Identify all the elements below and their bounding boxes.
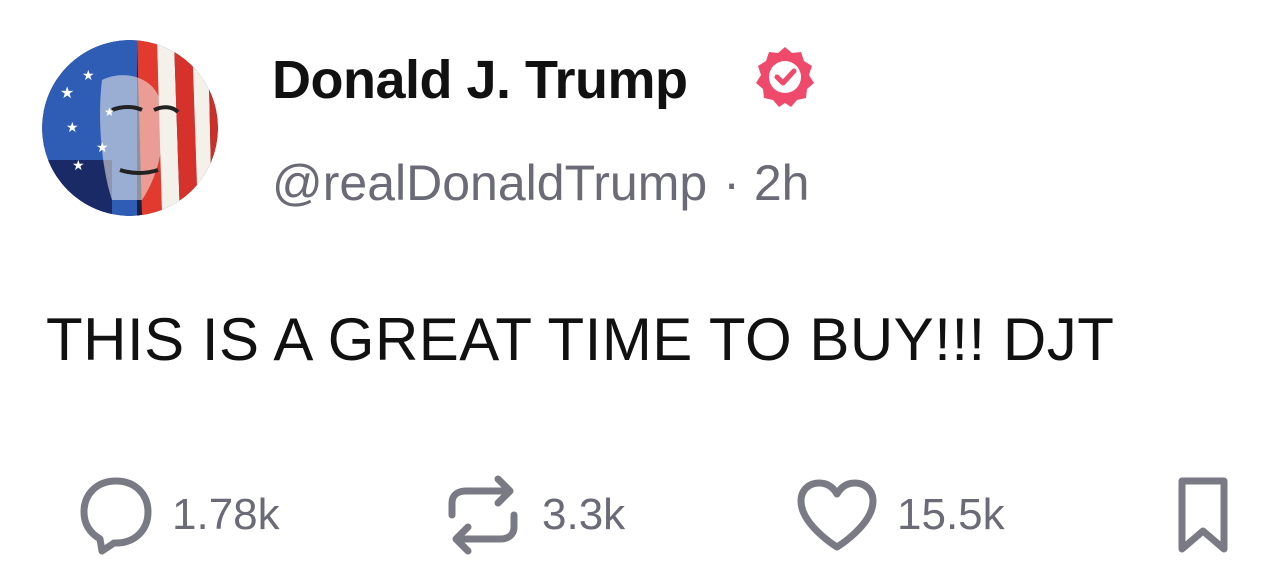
svg-text:★: ★ xyxy=(72,158,85,174)
post-timestamp[interactable]: 2h xyxy=(754,155,810,211)
avatar[interactable]: ★ ★ ★ ★ ★ ★ xyxy=(42,40,218,216)
like-button[interactable]: 15.5k xyxy=(795,470,1005,560)
post-meta: @realDonaldTrump · 2h xyxy=(272,150,809,216)
author-name[interactable]: Donald J. Trump xyxy=(272,45,688,115)
reply-count: 1.78k xyxy=(172,490,280,539)
meta-separator: · xyxy=(723,155,740,211)
repost-button[interactable]: 3.3k xyxy=(442,470,625,560)
repost-arrows-icon xyxy=(448,475,518,555)
svg-text:★: ★ xyxy=(66,120,79,136)
post-body: THIS IS A GREAT TIME TO BUY!!! DJT xyxy=(46,306,1115,373)
repost-count: 3.3k xyxy=(542,490,626,539)
verified-badge-icon xyxy=(752,44,818,110)
svg-text:★: ★ xyxy=(60,83,74,102)
author-handle[interactable]: @realDonaldTrump xyxy=(272,155,707,211)
speech-bubble-icon xyxy=(80,477,152,555)
avatar-image: ★ ★ ★ ★ ★ ★ xyxy=(42,40,218,216)
svg-text:★: ★ xyxy=(82,68,95,84)
post-card: ★ ★ ★ ★ ★ ★ Donald J. Trump @realDonaldT… xyxy=(0,0,1280,577)
bookmark-icon xyxy=(1178,477,1228,553)
svg-text:★: ★ xyxy=(96,140,109,156)
like-count: 15.5k xyxy=(897,490,1005,539)
heart-icon xyxy=(797,479,877,551)
svg-text:★: ★ xyxy=(104,105,115,119)
reply-button[interactable]: 1.78k xyxy=(78,470,280,560)
bookmark-button[interactable] xyxy=(1168,470,1238,560)
